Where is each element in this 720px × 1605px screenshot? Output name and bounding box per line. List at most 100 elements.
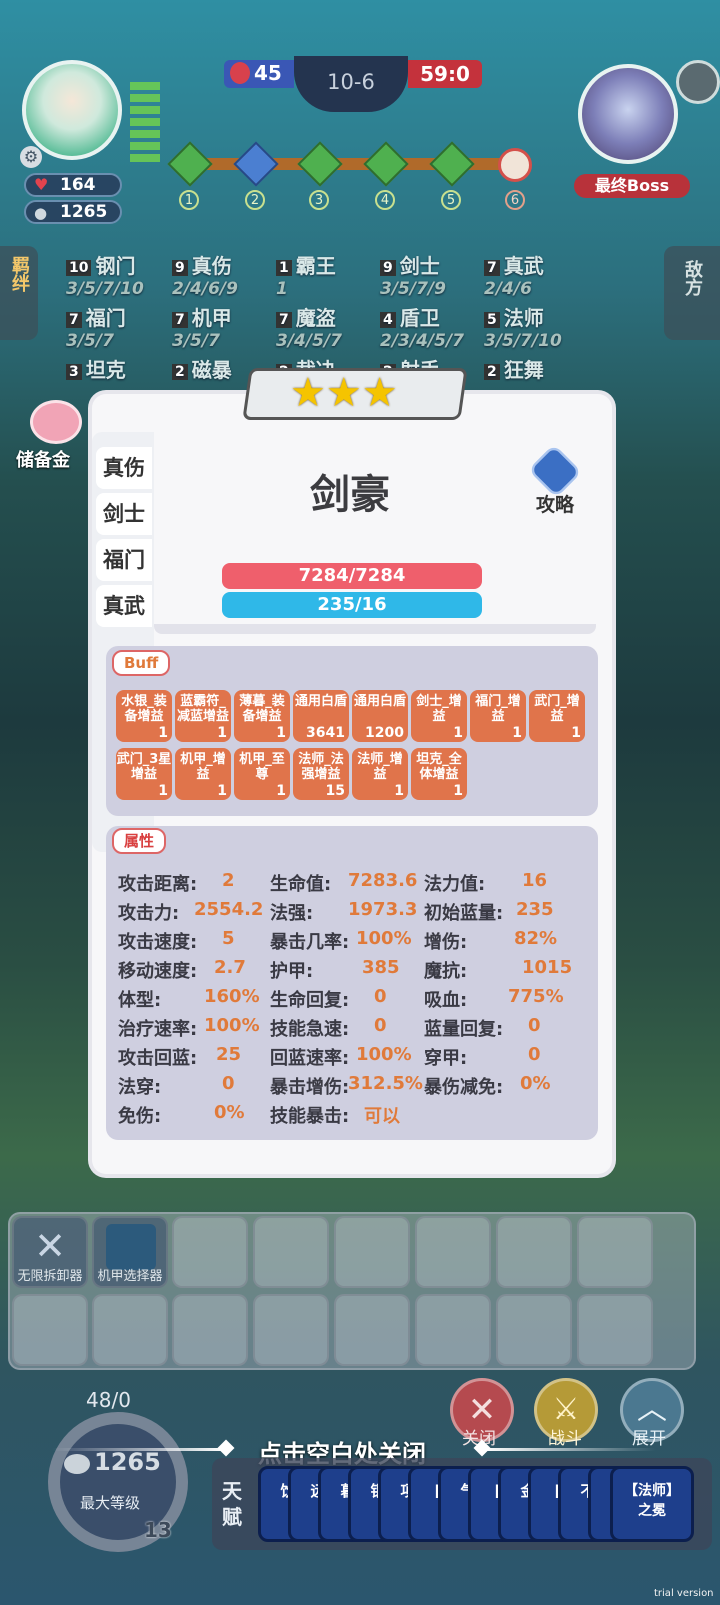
hero-tab[interactable]: 真武	[96, 585, 152, 627]
buff-item[interactable]: 通用白盾 3641	[293, 690, 349, 742]
inventory-slot[interactable]	[172, 1216, 248, 1288]
round-number: 1	[179, 190, 199, 210]
attribute-value: 可以	[364, 1106, 400, 1127]
inventory-slot[interactable]	[496, 1294, 572, 1366]
inventory-slot[interactable]	[334, 1216, 410, 1288]
trait-item[interactable]: 9 剑士 3/5/7/9	[380, 250, 446, 299]
attribute-value: 312.5%	[348, 1073, 423, 1094]
trait-item[interactable]: 7 魔盗 3/4/5/7	[276, 302, 342, 351]
round-node-4	[363, 141, 409, 187]
hero-name: 剑豪	[310, 472, 390, 518]
inventory-slot[interactable]	[12, 1294, 88, 1366]
trait-item[interactable]: 2 狂舞	[484, 354, 544, 383]
inventory-slot[interactable]	[172, 1294, 248, 1366]
trait-item[interactable]: 7 真武 2/4/6	[484, 250, 544, 299]
buff-item[interactable]: 机甲_至尊 1	[234, 748, 290, 800]
buff-item[interactable]: 福门_增益 1	[470, 690, 526, 742]
hero-tab[interactable]: 真伤	[96, 447, 152, 489]
attribute-cell: 体型:	[118, 990, 162, 1011]
inventory-slot[interactable]: 机甲选择器	[92, 1216, 168, 1288]
buff-item[interactable]: 薄暮_装备增益 1	[234, 690, 290, 742]
expand-label: 展开	[632, 1429, 666, 1449]
buff-item[interactable]: 坦克_全体增益 1	[411, 748, 467, 800]
buff-item[interactable]: 水银_装备增益 1	[116, 690, 172, 742]
strategy-button[interactable]: 攻略	[522, 443, 588, 522]
inventory-slot[interactable]	[577, 1294, 653, 1366]
attribute-cell: 护甲:	[270, 961, 314, 982]
inventory-slot[interactable]	[415, 1216, 491, 1288]
wrench-icon: ✕	[34, 1224, 66, 1268]
inventory-slot[interactable]	[253, 1294, 329, 1366]
buff-item[interactable]: 剑士_增益 1	[411, 690, 467, 742]
star-row: ★★★	[290, 370, 430, 416]
right-score: 59:0	[408, 60, 482, 88]
attribute-cell: 生命回复:	[270, 990, 350, 1011]
enemy-tab[interactable]: 敌方	[664, 246, 720, 340]
buff-item[interactable]: 法师_增益 1	[352, 748, 408, 800]
trait-item[interactable]: 3 坦克	[66, 354, 126, 383]
chat-icon[interactable]	[676, 60, 720, 104]
round-number: 2	[245, 190, 265, 210]
boss-round-icon	[498, 148, 532, 182]
attribute-cell: 暴击增伤:	[270, 1077, 350, 1098]
player-avatar[interactable]	[22, 60, 122, 160]
bond-tab[interactable]: 羁绊	[0, 246, 38, 340]
attribute-cell: 魔抗:	[424, 961, 468, 982]
inventory-slot[interactable]: ✕ 无限拆卸器	[12, 1216, 88, 1288]
attribute-value: 0	[528, 1044, 541, 1065]
settings-icon[interactable]: ⚙	[20, 146, 42, 168]
buff-item[interactable]: 蓝霸符_减蓝增益 1	[175, 690, 231, 742]
attribute-value: 2.7	[214, 957, 246, 978]
inventory-slot[interactable]	[334, 1294, 410, 1366]
trait-item[interactable]: 7 福门 3/5/7	[66, 302, 126, 351]
inventory-slot[interactable]	[496, 1216, 572, 1288]
piggy-bank-icon[interactable]	[30, 400, 82, 444]
attribute-value: 385	[362, 957, 400, 978]
inventory-slot[interactable]	[92, 1294, 168, 1366]
attribute-cell: 攻击距离:	[118, 874, 198, 895]
attribute-value: 100%	[204, 1015, 260, 1036]
buff-title: Buff	[112, 650, 171, 676]
boss-avatar[interactable]	[578, 64, 678, 164]
left-score: 45	[224, 60, 294, 88]
buff-item[interactable]: 通用白盾 1200	[352, 690, 408, 742]
attribute-value: 0	[374, 1015, 387, 1036]
attribute-value: 100%	[356, 1044, 412, 1065]
trait-item[interactable]: 5 法师 3/5/7/10	[484, 302, 562, 351]
trait-item[interactable]: 2 磁暴	[172, 354, 232, 383]
buff-item[interactable]: 武门_增益 1	[529, 690, 585, 742]
attribute-cell: 治疗速率:	[118, 1019, 198, 1040]
buff-item[interactable]: 法师_法强增益 15	[293, 748, 349, 800]
player-hp: ♥ 164	[24, 173, 122, 197]
buff-item[interactable]: 武门_3星增益 1	[116, 748, 172, 800]
attribute-cell: 增伤:	[424, 932, 468, 953]
coin-icon: ●	[34, 204, 48, 222]
mech-selector-icon	[106, 1224, 156, 1270]
level-number: 13	[144, 1518, 172, 1542]
hp-bar: 7284/7284	[222, 563, 482, 589]
attribute-cell: 暴击几率:	[270, 932, 350, 953]
hero-tab[interactable]: 福门	[96, 539, 152, 581]
stage-display: 10-6	[294, 56, 408, 112]
star-icon: ★	[325, 370, 362, 416]
buff-grid: 水银_装备增益 1 蓝霸符_减蓝增益 1 薄暮_装备增益 1 通用白盾 3641 通用白…	[116, 690, 596, 806]
fight-label: 战斗	[548, 1429, 582, 1449]
trait-item[interactable]: 10 钢门 3/5/7/10	[66, 250, 144, 299]
attribute-cell: 法力值:	[424, 874, 486, 895]
round-node-3	[297, 141, 343, 187]
inventory-slot[interactable]	[253, 1216, 329, 1288]
talent-card-last[interactable]: 【法师】之冕	[610, 1466, 694, 1542]
attribute-value: 0	[528, 1015, 541, 1036]
hero-tab[interactable]: 剑士	[96, 493, 152, 535]
inventory-slot[interactable]	[415, 1294, 491, 1366]
buff-item[interactable]: 机甲_增益 1	[175, 748, 231, 800]
trait-item[interactable]: 1 霸王 1	[276, 250, 336, 299]
trait-item[interactable]: 4 盾卫 2/3/4/5/7	[380, 302, 464, 351]
bottom-coins: 1265	[94, 1448, 161, 1476]
trait-item[interactable]: 7 机甲 3/5/7	[172, 302, 232, 351]
team-icon	[230, 62, 250, 84]
attribute-value: 82%	[514, 928, 558, 949]
attribute-cell: 法强:	[270, 903, 314, 924]
trait-item[interactable]: 9 真伤 2/4/6/9	[172, 250, 238, 299]
inventory-slot[interactable]	[577, 1216, 653, 1288]
